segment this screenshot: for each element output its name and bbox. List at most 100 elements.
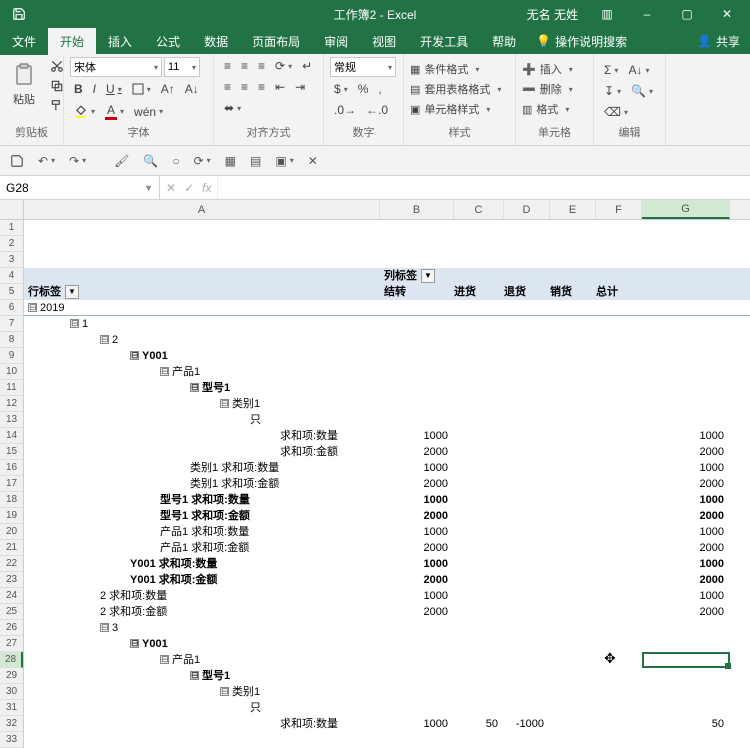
pivot-row-21[interactable]: 产品1 求和项:金额20002000 [24, 540, 750, 556]
row-header-23[interactable]: 23 [0, 572, 23, 588]
decrease-indent-icon[interactable]: ⇤ [271, 78, 289, 96]
row-header-30[interactable]: 30 [0, 684, 23, 700]
qat-zoom-icon[interactable]: 🔍 [139, 152, 162, 170]
row-header-16[interactable]: 16 [0, 460, 23, 476]
fill-color-button[interactable] [70, 103, 99, 121]
formula-input[interactable] [218, 176, 750, 199]
decrease-font-icon[interactable]: A↓ [181, 80, 203, 98]
italic-button[interactable]: I [89, 80, 100, 98]
tab-data[interactable]: 数据 [192, 28, 240, 55]
tab-page-layout[interactable]: 页面布局 [240, 28, 312, 55]
align-middle-icon[interactable]: ≡ [237, 57, 252, 75]
format-as-table-button[interactable]: ▤套用表格格式 [410, 81, 501, 97]
insert-function-icon[interactable]: fx [202, 181, 211, 195]
qat-delete-icon[interactable]: ✕ [304, 152, 322, 170]
collapse-icon[interactable]: ⊟ [130, 351, 139, 360]
col-header-C[interactable]: C [454, 200, 504, 219]
qat-freeze-icon[interactable]: ▦ [221, 152, 240, 170]
row-header-15[interactable]: 15 [0, 444, 23, 460]
pivot-row-30[interactable]: ⊟类别1 [24, 684, 750, 700]
row-header-33[interactable]: 33 [0, 732, 23, 748]
pivot-row-22[interactable]: Y001 求和项:数量10001000 [24, 556, 750, 572]
underline-button[interactable]: U [102, 80, 126, 98]
bold-button[interactable]: B [70, 80, 87, 98]
pivot-row-7[interactable]: ⊟1 [24, 316, 750, 332]
tab-file[interactable]: 文件 [0, 28, 48, 55]
pivot-row-19[interactable]: 型号1 求和项:金额20002000 [24, 508, 750, 524]
minimize-button[interactable]: – [630, 5, 664, 23]
qat-camera-icon[interactable]: ▣ [271, 152, 297, 170]
font-color-button[interactable]: A [101, 101, 128, 122]
pivot-row-24[interactable]: 2 求和项:数量10001000 [24, 588, 750, 604]
collapse-icon[interactable]: ⊟ [100, 623, 109, 632]
row-header-9[interactable]: 9 [0, 348, 23, 364]
orientation-icon[interactable]: ⟳ [271, 57, 296, 75]
qat-circle-icon[interactable]: ○ [168, 152, 183, 170]
tab-formulas[interactable]: 公式 [144, 28, 192, 55]
collapse-icon[interactable]: ⊟ [28, 303, 37, 312]
col-header-A[interactable]: A [24, 200, 380, 219]
pivot-row-13[interactable]: 只 [24, 412, 750, 428]
pivot-row-28[interactable]: ⊟产品1 [24, 652, 750, 668]
pivot-row-27[interactable]: ⊟Y001 [24, 636, 750, 652]
col-header-G[interactable]: G [642, 200, 730, 219]
clear-button[interactable]: ⌫ [600, 103, 632, 121]
align-bottom-icon[interactable]: ≡ [254, 57, 269, 75]
col-header-D[interactable]: D [504, 200, 550, 219]
row-labels-filter-icon[interactable]: ▼ [65, 285, 79, 299]
enter-formula-icon[interactable]: ✓ [184, 181, 194, 195]
share-button[interactable]: 👤 共享 [697, 33, 740, 50]
align-top-icon[interactable]: ≡ [220, 57, 235, 75]
row-header-6[interactable]: 6 [0, 300, 23, 316]
align-left-icon[interactable]: ≡ [220, 78, 235, 96]
row-header-17[interactable]: 17 [0, 476, 23, 492]
pivot-row-9[interactable]: ⊟Y001 [24, 348, 750, 364]
pivot-row-12[interactable]: ⊟类别1 [24, 396, 750, 412]
pivot-row-10[interactable]: ⊟产品1 [24, 364, 750, 380]
border-button[interactable] [128, 81, 155, 97]
col-header-F[interactable]: F [596, 200, 642, 219]
cancel-formula-icon[interactable]: ✕ [166, 181, 176, 195]
format-cells-button[interactable]: ▥格式 [522, 101, 569, 117]
increase-indent-icon[interactable]: ⇥ [291, 78, 309, 96]
percent-format-icon[interactable]: % [354, 80, 373, 98]
tab-view[interactable]: 视图 [360, 28, 408, 55]
tab-developer[interactable]: 开发工具 [408, 28, 480, 55]
row-header-32[interactable]: 32 [0, 716, 23, 732]
cell-styles-button[interactable]: ▣单元格样式 [410, 101, 490, 117]
pivot-row-25[interactable]: 2 求和项:金额20002000 [24, 604, 750, 620]
phonetic-button[interactable]: wén [130, 103, 167, 121]
qat-format-painter-icon[interactable]: 🖌 [110, 152, 133, 170]
row-header-21[interactable]: 21 [0, 540, 23, 556]
collapse-icon[interactable]: ⊟ [190, 671, 199, 680]
tab-insert[interactable]: 插入 [96, 28, 144, 55]
pivot-row-31[interactable]: 只 [24, 700, 750, 716]
row-header-28[interactable]: 28 [0, 652, 23, 668]
row-header-14[interactable]: 14 [0, 428, 23, 444]
row-header-19[interactable]: 19 [0, 508, 23, 524]
tab-review[interactable]: 审阅 [312, 28, 360, 55]
autosum-button[interactable]: Σ [600, 61, 622, 79]
row-header-13[interactable]: 13 [0, 412, 23, 428]
pivot-row-6[interactable]: ⊟2019 [24, 300, 750, 316]
save-icon[interactable] [8, 5, 30, 23]
row-header-27[interactable]: 27 [0, 636, 23, 652]
name-box-dropdown-icon[interactable]: ▼ [144, 183, 153, 193]
conditional-formatting-button[interactable]: ▦条件格式 [410, 61, 479, 77]
qat-save-icon[interactable] [6, 152, 28, 170]
row-header-10[interactable]: 10 [0, 364, 23, 380]
pivot-row-23[interactable]: Y001 求和项:金额20002000 [24, 572, 750, 588]
row-header-31[interactable]: 31 [0, 700, 23, 716]
pivot-row-17[interactable]: 类别1 求和项:金额20002000 [24, 476, 750, 492]
decrease-decimal-icon[interactable]: ←.0 [362, 101, 392, 119]
row-header-29[interactable]: 29 [0, 668, 23, 684]
pivot-row-15[interactable]: 求和项:金额20002000 [24, 444, 750, 460]
row-header-5[interactable]: 5 [0, 284, 23, 300]
user-name[interactable]: 无名 无姓 [521, 4, 584, 25]
select-all-corner[interactable] [0, 200, 24, 219]
row-header-7[interactable]: 7 [0, 316, 23, 332]
qat-refresh-icon[interactable]: ⟳ [190, 152, 215, 170]
comma-format-icon[interactable]: , [374, 80, 385, 98]
tab-help[interactable]: 帮助 [480, 28, 528, 55]
row-header-18[interactable]: 18 [0, 492, 23, 508]
